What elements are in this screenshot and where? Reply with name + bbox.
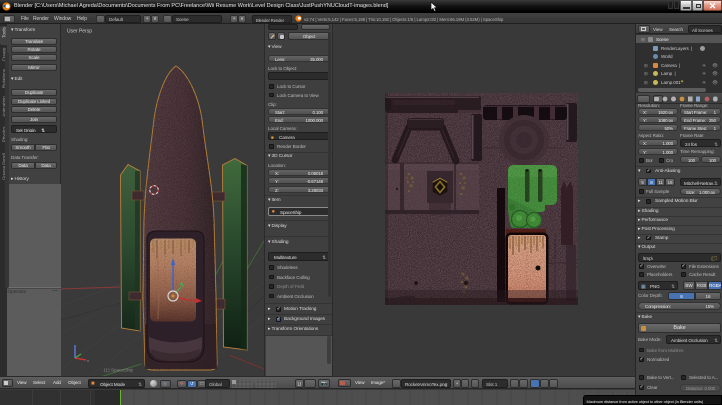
svg-text:(1) SpaceShip: (1) SpaceShip bbox=[104, 368, 134, 373]
svg-text:User Persp: User Persp bbox=[67, 29, 92, 35]
svg-text:x: x bbox=[87, 358, 89, 363]
